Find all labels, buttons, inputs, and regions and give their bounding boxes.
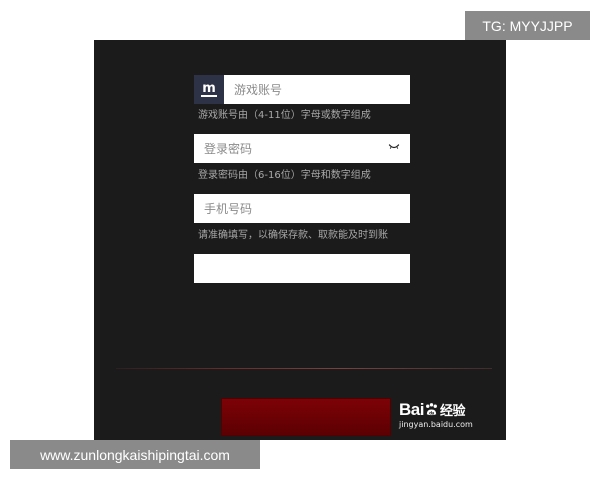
baidu-jingyan-watermark: Bai du 经验 jingyan.baidu.com: [399, 398, 489, 438]
submit-button[interactable]: [221, 398, 391, 436]
watermark-brand-text: Bai: [399, 400, 424, 419]
watermark-domain: jingyan.baidu.com: [399, 420, 473, 429]
password-hint: 登录密码由（6-16位）字母和数字组成: [198, 170, 371, 181]
extra-input[interactable]: [194, 254, 410, 283]
account-prefix-label: m: [201, 80, 217, 97]
password-input[interactable]: [194, 134, 410, 163]
registration-panel: m 游戏账号由（4-11位）字母或数字组成 登录密码由（6-16位）字母和数字组…: [94, 40, 506, 440]
account-prefix-icon: m: [194, 75, 224, 104]
extra-field[interactable]: [194, 254, 410, 283]
form-divider: [116, 368, 492, 369]
svg-text:du: du: [429, 410, 434, 415]
password-field[interactable]: [194, 134, 410, 163]
baidu-paw-icon: du: [426, 403, 437, 415]
account-hint: 游戏账号由（4-11位）字母或数字组成: [198, 110, 371, 121]
watermark-brand: Bai du 经验: [399, 400, 465, 420]
phone-field[interactable]: [194, 194, 410, 223]
account-input[interactable]: [194, 75, 410, 104]
phone-input[interactable]: [194, 194, 410, 223]
eye-closed-icon[interactable]: [388, 140, 400, 152]
phone-hint: 请准确填写，以确保存款、取款能及时到账: [198, 230, 388, 241]
screenshot-stage: m 游戏账号由（4-11位）字母或数字组成 登录密码由（6-16位）字母和数字组…: [0, 0, 600, 480]
tg-contact-badge: TG: MYYJJPP: [465, 11, 590, 40]
account-field[interactable]: m: [194, 75, 410, 104]
watermark-suffix: 经验: [439, 404, 466, 419]
site-url-banner: www.zunlongkaishipingtai.com: [10, 440, 260, 469]
